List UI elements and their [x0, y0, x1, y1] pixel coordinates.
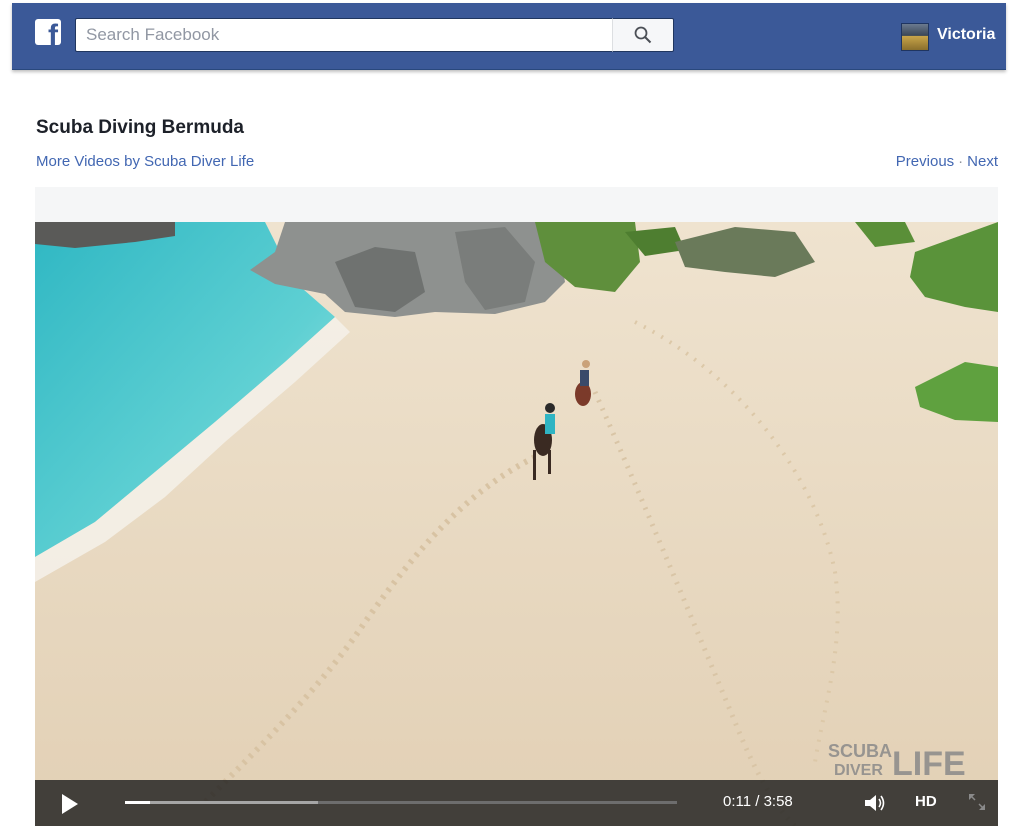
video-navigation: Previous · Next — [896, 153, 998, 170]
progress-bar[interactable] — [125, 801, 677, 804]
svg-text:LIFE: LIFE — [892, 745, 966, 783]
svg-text:SCUBA: SCUBA — [828, 741, 892, 761]
search-input[interactable] — [75, 18, 615, 52]
search-icon — [634, 26, 652, 44]
user-name-link[interactable]: Victoria — [937, 26, 995, 44]
search-button[interactable] — [612, 18, 674, 52]
facebook-logo-icon[interactable]: f — [35, 19, 61, 45]
volume-button[interactable] — [863, 793, 887, 813]
fullscreen-button[interactable] — [967, 792, 987, 812]
play-icon — [62, 794, 78, 814]
svg-text:DIVER: DIVER — [834, 762, 883, 779]
progress-played — [125, 801, 151, 804]
user-avatar[interactable] — [901, 23, 929, 51]
video-player[interactable]: SCUBA DIVER LIFE 0:11 / 3:58 HD — [35, 222, 998, 826]
time-display: 0:11 / 3:58 — [723, 793, 793, 810]
hd-button[interactable]: HD — [915, 793, 937, 810]
top-navigation-bar: f Victoria — [12, 3, 1006, 70]
next-link[interactable]: Next — [967, 153, 998, 170]
nav-separator: · — [958, 153, 964, 170]
fullscreen-icon — [969, 794, 985, 810]
progress-buffered — [125, 801, 319, 804]
previous-link[interactable]: Previous — [896, 153, 954, 170]
more-videos-link[interactable]: More Videos by Scuba Diver Life — [36, 153, 254, 170]
video-title: Scuba Diving Bermuda — [36, 117, 244, 138]
video-header-strip — [35, 187, 998, 222]
play-button[interactable] — [57, 792, 81, 816]
video-controls: 0:11 / 3:58 HD — [35, 780, 998, 826]
volume-icon — [865, 795, 885, 811]
